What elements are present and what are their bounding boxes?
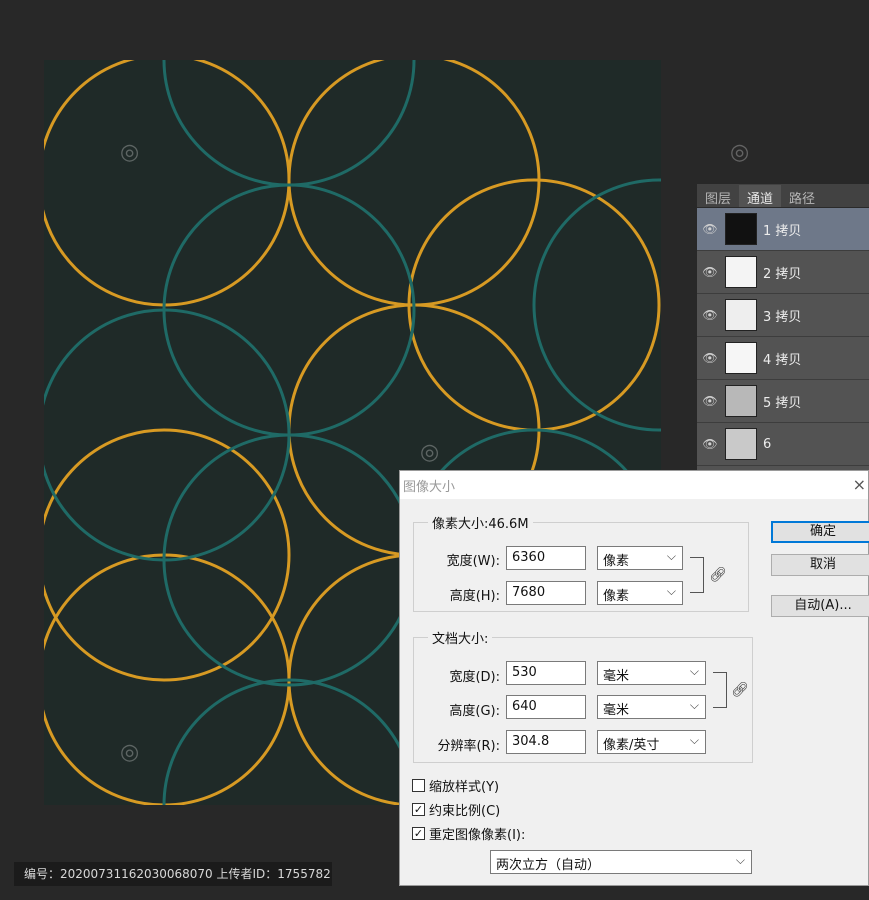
doc-link-bracket [713, 672, 727, 708]
scale-styles-checkbox[interactable]: 缩放样式(Y) [412, 776, 499, 795]
channel-thumbnail [725, 342, 757, 374]
chevron-down-icon: ⌵ [666, 584, 676, 598]
doc-height-label: 高度(G): [449, 704, 500, 719]
pixel-height-input[interactable]: 7680 [506, 581, 586, 605]
channel-thumbnail [725, 428, 757, 460]
gold-arc [44, 60, 291, 307]
channel-row[interactable]: 👁 4 拷贝 [697, 337, 869, 380]
resample-method-select[interactable]: 两次立方（自动） ⌵ [490, 850, 752, 874]
panel-tabs: 图层 通道 路径 [697, 184, 869, 208]
visibility-eye-icon[interactable]: 👁 [697, 308, 723, 322]
pixel-width-input[interactable]: 6360 [506, 546, 586, 570]
chevron-down-icon: ⌵ [689, 733, 699, 747]
channel-label: 2 拷贝 [763, 266, 802, 282]
tab-paths[interactable]: 路径 [781, 185, 823, 207]
doc-width-label: 宽度(D): [449, 670, 500, 685]
pixel-height-unit-select[interactable]: 像素 ⌵ [597, 581, 683, 605]
auto-button[interactable]: 自动(A)... [771, 595, 869, 617]
channel-label: 5 拷贝 [763, 395, 802, 411]
close-icon[interactable]: × [853, 475, 866, 494]
chevron-down-icon: ⌵ [689, 698, 699, 712]
resample-method: 两次立方（自动） [496, 858, 601, 873]
channel-thumbnail [725, 299, 757, 331]
visibility-eye-icon[interactable]: 👁 [697, 394, 723, 408]
channel-row[interactable]: 👁 1 拷贝 [697, 208, 869, 251]
channel-thumbnail [725, 385, 757, 417]
pixel-height-label: 高度(H): [449, 589, 500, 604]
channel-label: 4 拷贝 [763, 352, 802, 368]
resample-label: 重定图像像素(I): [429, 828, 526, 843]
image-id-footer: 编号：20200731162030068070 上传者ID：1755782 [14, 862, 332, 886]
channel-label: 6 [763, 436, 772, 452]
chain-link-icon: 🔗︎ [709, 567, 727, 583]
teal-arc [532, 178, 661, 432]
channel-label: 1 拷贝 [763, 223, 802, 239]
cancel-button[interactable]: 取消 [771, 554, 869, 576]
teal-arc [44, 308, 291, 562]
resample-checkbox[interactable]: ✓ 重定图像像素(I): [412, 824, 525, 843]
dialog-title: 图像大小 [403, 479, 456, 495]
ok-button[interactable]: 确定 [771, 521, 869, 543]
constrain-label: 约束比例(C) [429, 804, 501, 819]
image-size-dialog: 图像大小 × 像素大小:46.6M 宽度(W): 6360 像素 ⌵ 高度(H)… [399, 470, 869, 886]
visibility-eye-icon[interactable]: 👁 [697, 437, 723, 451]
doc-width-input[interactable]: 530 [506, 661, 586, 685]
doc-height-input[interactable]: 640 [506, 695, 586, 719]
pixel-width-label: 宽度(W): [446, 554, 500, 569]
pixel-height-unit: 像素 [603, 589, 630, 604]
chevron-down-icon: ⌵ [666, 549, 676, 563]
doc-height-unit-select[interactable]: 毫米 ⌵ [597, 695, 706, 719]
channel-label: 3 拷贝 [763, 309, 802, 325]
checkmark-icon: ✓ [412, 827, 425, 840]
chevron-down-icon: ⌵ [735, 853, 745, 867]
pixel-link-bracket [690, 557, 704, 593]
channel-row[interactable]: 👁 6 [697, 423, 869, 466]
resolution-unit: 像素/英寸 [603, 738, 660, 753]
channel-row[interactable]: 👁 3 拷贝 [697, 294, 869, 337]
channels-panel: 图层 通道 路径 👁 1 拷贝 👁 2 拷贝 👁 3 拷贝 👁 4 拷贝 👁 5… [697, 184, 869, 484]
doc-width-unit: 毫米 [603, 669, 630, 684]
scale-styles-label: 缩放样式(Y) [429, 780, 500, 795]
pixel-width-unit-select[interactable]: 像素 ⌵ [597, 546, 683, 570]
doc-width-unit-select[interactable]: 毫米 ⌵ [597, 661, 706, 685]
checkmark-icon: ✓ [412, 803, 425, 816]
pixel-dimensions-label: 像素大小:46.6M [428, 513, 533, 532]
constrain-proportions-checkbox[interactable]: ✓ 约束比例(C) [412, 800, 500, 819]
dialog-titlebar[interactable]: 图像大小 × [400, 471, 868, 499]
chain-link-icon: 🔗︎ [731, 682, 749, 698]
channel-row[interactable]: 👁 5 拷贝 [697, 380, 869, 423]
checkbox-box [412, 779, 425, 792]
channel-thumbnail [725, 213, 757, 245]
document-size-label: 文档大小: [428, 628, 493, 647]
resolution-label: 分辨率(R): [437, 739, 500, 754]
tab-layers[interactable]: 图层 [697, 185, 739, 207]
visibility-eye-icon[interactable]: 👁 [697, 222, 723, 236]
channel-row[interactable]: 👁 2 拷贝 [697, 251, 869, 294]
channel-thumbnail [725, 256, 757, 288]
watermark-icon: ◎ [730, 140, 750, 165]
visibility-eye-icon[interactable]: 👁 [697, 351, 723, 365]
tab-channels[interactable]: 通道 [739, 185, 782, 207]
doc-height-unit: 毫米 [603, 703, 630, 718]
resolution-unit-select[interactable]: 像素/英寸 ⌵ [597, 730, 706, 754]
resolution-input[interactable]: 304.8 [506, 730, 586, 754]
pixel-width-unit: 像素 [603, 554, 630, 569]
chevron-down-icon: ⌵ [689, 664, 699, 678]
visibility-eye-icon[interactable]: 👁 [697, 265, 723, 279]
